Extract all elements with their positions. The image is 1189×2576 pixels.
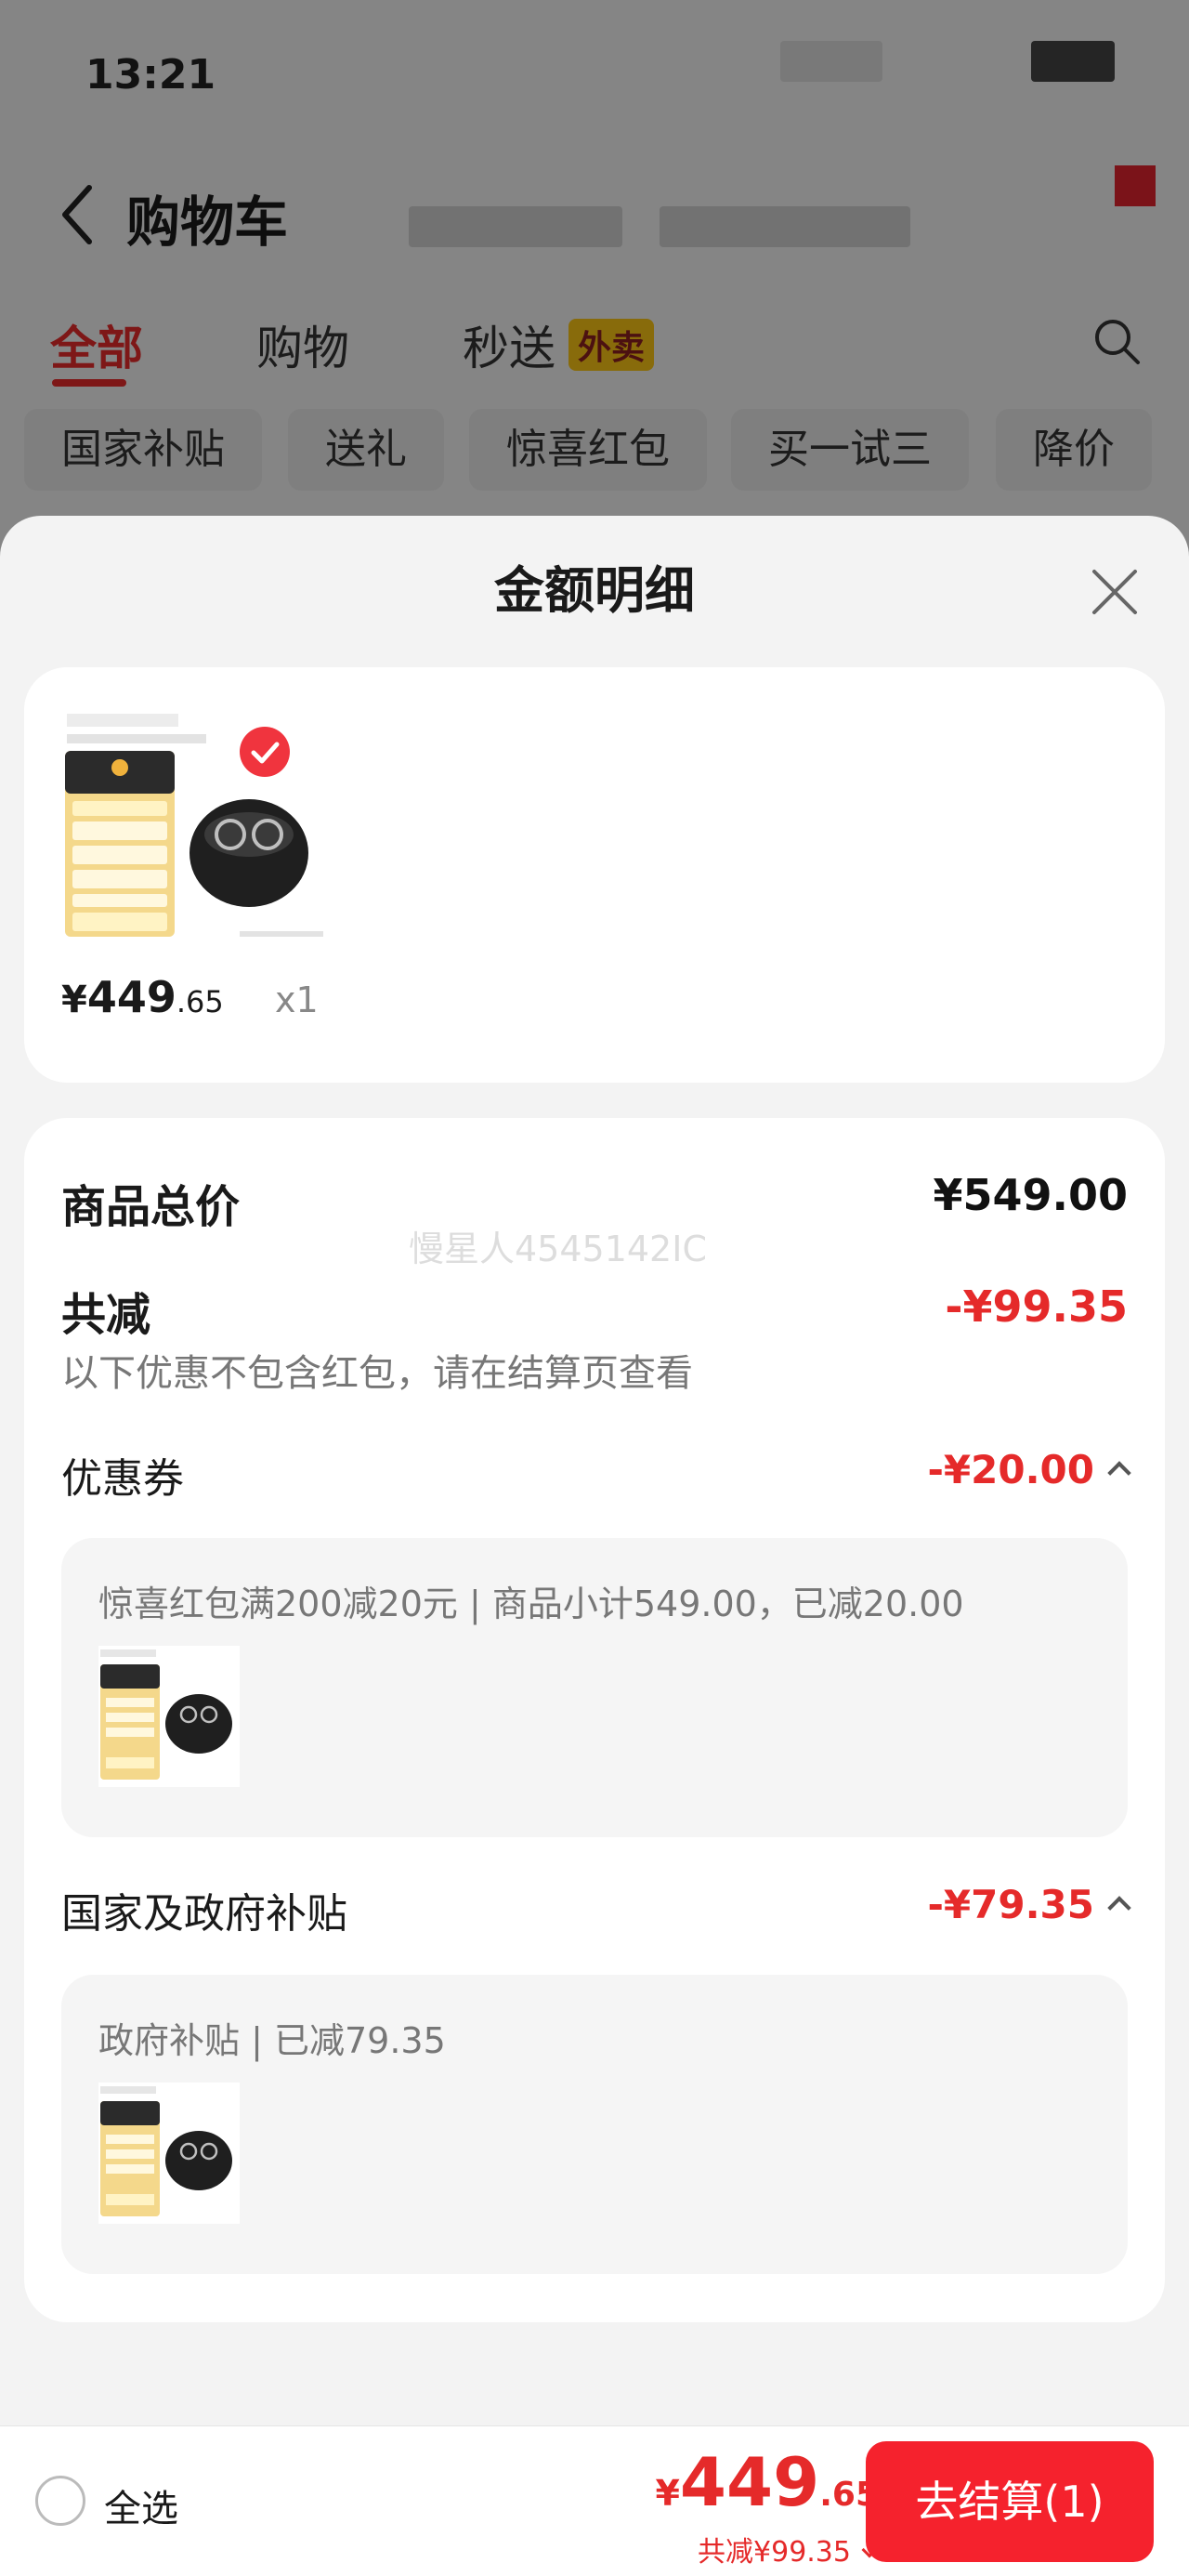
sheet-title: 金额明细 (494, 561, 695, 620)
select-all-radio[interactable] (35, 2476, 85, 2526)
select-all-label[interactable]: 全选 (104, 2478, 178, 2532)
product-selected-check[interactable] (240, 727, 290, 777)
subsidy-value-toggle[interactable]: -¥79.35 (927, 1882, 1131, 1927)
earbuds-product-image[interactable] (63, 714, 333, 946)
watermark-text: 慢星人4545142IC (409, 1229, 707, 1269)
chevron-up-icon (1107, 1461, 1131, 1485)
coupon-value: -¥20.00 (927, 1447, 1094, 1492)
product-quantity: x1 (275, 979, 319, 1020)
discount-note: 以下优惠不包含红包，请在结算页查看 (61, 1352, 693, 1395)
total-saved-toggle[interactable]: 共减¥99.35 (698, 2529, 878, 2569)
chevron-up-icon (1107, 1896, 1131, 1920)
coupon-label: 优惠券 (61, 1455, 184, 1503)
total-currency: ¥ (655, 2473, 680, 2514)
checkmark-icon (251, 742, 280, 764)
checkout-button[interactable]: 去结算(1) (866, 2441, 1154, 2562)
price-breakdown-card: 商品总价 ¥549.00 慢星人4545142IC 共减 -¥99.35 以下优… (24, 1118, 1165, 2322)
total-reduction-label: 共减 (61, 1289, 151, 1341)
amount-detail-sheet: 金额明细 ¥449.65 x1 商品总价 ¥549.00 慢星人4545142I… (0, 516, 1189, 2576)
subsidy-label: 国家及政府补贴 (61, 1890, 347, 1938)
total-price-value: ¥549.00 (933, 1170, 1128, 1220)
total-integer: 449 (679, 2443, 820, 2521)
subsidy-detail-box: 政府补贴 | 已减79.35 (61, 1975, 1128, 2274)
subsidy-value: -¥79.35 (927, 1882, 1094, 1927)
price-decimal: .65 (176, 984, 224, 1019)
subsidy-detail-text: 政府补贴 | 已减79.35 (98, 2020, 446, 2061)
earbuds-mini-image (98, 1646, 240, 1787)
product-price: ¥449.65 (61, 972, 224, 1022)
total-price-label: 商品总价 (61, 1181, 241, 1233)
total-reduction-value: -¥99.35 (945, 1281, 1128, 1332)
checkout-bar: 全选 ¥449.65 共减¥99.35 去结算(1) (0, 2425, 1189, 2576)
close-icon[interactable] (1087, 564, 1143, 620)
price-integer: 449 (86, 972, 176, 1022)
coupon-detail-box: 惊喜红包满200减20元 | 商品小计549.00，已减20.00 (61, 1538, 1128, 1837)
product-card: ¥449.65 x1 (24, 667, 1165, 1083)
total-saved-text: 共减¥99.35 (698, 2536, 851, 2569)
earbuds-mini-image (98, 2083, 240, 2224)
coupon-detail-text: 惊喜红包满200减20元 | 商品小计549.00，已减20.00 (98, 1584, 964, 1624)
total-payable: ¥449.65 (655, 2443, 879, 2521)
price-currency: ¥ (61, 979, 87, 1021)
coupon-value-toggle[interactable]: -¥20.00 (927, 1447, 1131, 1492)
